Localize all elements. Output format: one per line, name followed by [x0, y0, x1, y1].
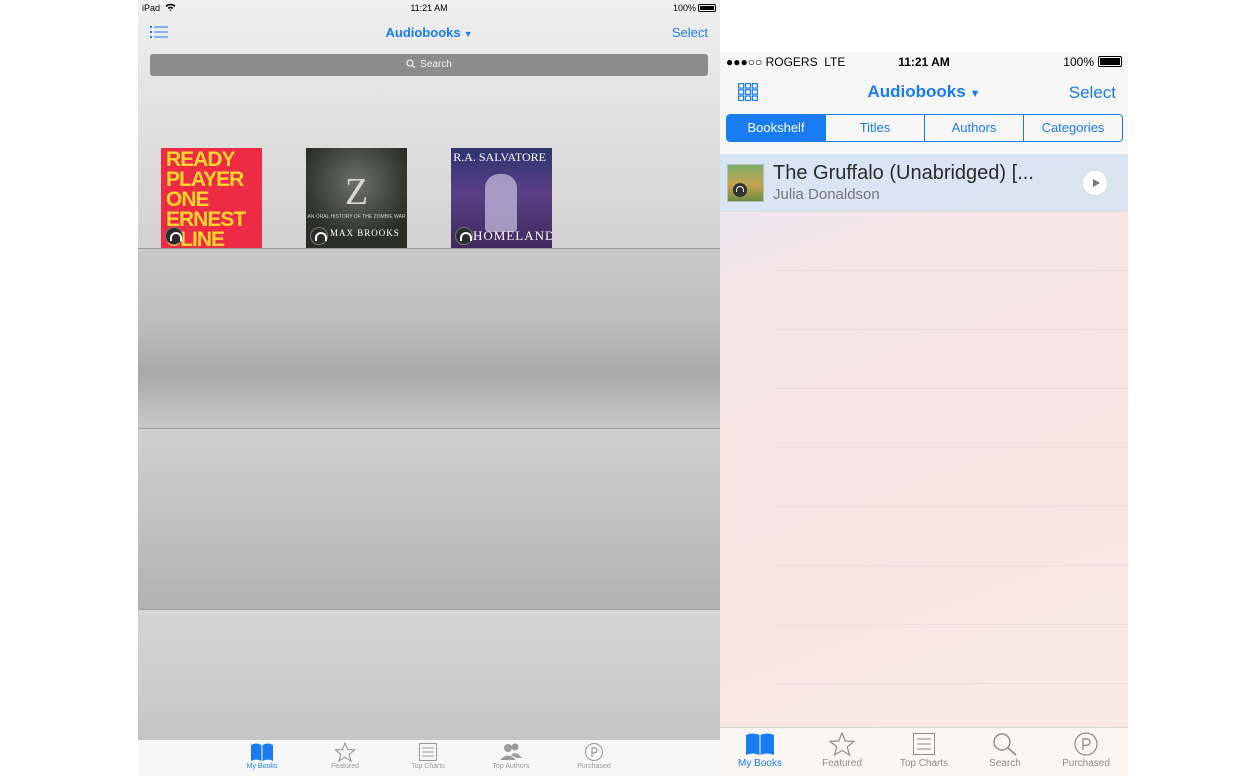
tab-featured[interactable]: Featured: [315, 742, 375, 770]
view-segmented-control: Bookshelf Titles Authors Categories: [726, 114, 1123, 142]
tab-label: Featured: [330, 763, 360, 770]
tab-label: Top Authors: [492, 763, 530, 770]
row-separator: [776, 329, 1128, 330]
iphone-tab-bar: My Books Featured Top Charts Search Purc…: [720, 727, 1128, 776]
row-separator: [776, 388, 1128, 389]
tab-search[interactable]: Search: [965, 732, 1045, 769]
tab-purchased[interactable]: Purchased: [564, 742, 624, 770]
book-cover-world-war-z[interactable]: Z AN ORAL HISTORY OF THE ZOMBIE WAR MAX …: [306, 148, 407, 249]
headphones-icon: [310, 227, 328, 245]
book-cover-text: HOMELAND: [473, 228, 552, 243]
battery-icon: [1098, 56, 1122, 67]
book-title: The Gruffalo (Unabridged) [...: [773, 162, 1034, 184]
iphone-header: ●●●○○ ROGERS LTE 11:21 AM 100% Audiobook…: [720, 52, 1128, 154]
book-cover-author: MAX BROOKS: [330, 228, 400, 238]
tab-label: My Books: [738, 758, 782, 769]
play-button[interactable]: [1082, 170, 1108, 196]
tab-top-charts[interactable]: Top Charts: [884, 732, 964, 769]
book-author: Julia Donaldson: [773, 186, 880, 203]
row-separator: [776, 565, 1128, 566]
star-icon: [828, 732, 856, 756]
search-placeholder: Search: [420, 59, 452, 70]
book-artwork: [727, 164, 764, 202]
screenshot-stage: iPad 11:21 AM 100% Audiobooks ▼ Select Se…: [0, 0, 1260, 776]
segment-titles[interactable]: Titles: [825, 115, 924, 141]
list-icon: [913, 733, 935, 755]
shelf-divider: [138, 609, 720, 610]
ipad-screen: iPad 11:21 AM 100% Audiobooks ▼ Select Se…: [138, 0, 720, 776]
tab-label: My Books: [246, 763, 278, 770]
collection-title[interactable]: Audiobooks ▼: [138, 25, 720, 40]
list-item[interactable]: The Gruffalo (Unabridged) [... Julia Don…: [720, 154, 1128, 212]
purchased-icon: [1074, 732, 1098, 756]
shelf-divider: [138, 248, 720, 249]
purchased-icon: [585, 743, 603, 761]
row-separator: [776, 683, 1128, 684]
headphones-icon: [165, 227, 183, 245]
battery-percent: 100%: [672, 3, 696, 13]
segment-bookshelf[interactable]: Bookshelf: [727, 115, 825, 141]
collection-title-label: Audiobooks: [867, 82, 966, 101]
tab-label: Top Charts: [899, 758, 949, 769]
cover-figure: [485, 174, 517, 232]
collection-title-label: Audiobooks: [385, 25, 461, 40]
ipad-nav-bar: Audiobooks ▼ Select: [138, 18, 720, 46]
tab-purchased[interactable]: Purchased: [1046, 732, 1126, 769]
tab-label: Purchased: [1062, 758, 1110, 769]
row-separator: [776, 447, 1128, 448]
search-icon: [406, 59, 416, 69]
segment-authors[interactable]: Authors: [924, 115, 1023, 141]
select-button[interactable]: Select: [1069, 83, 1116, 103]
tab-label: Purchased: [577, 763, 611, 770]
book-cover-author: R.A. SALVATORE: [453, 150, 546, 164]
tab-label: Featured: [821, 758, 863, 769]
row-separator: [776, 624, 1128, 625]
bookshelf-row: [138, 609, 720, 739]
tab-top-authors[interactable]: Top Authors: [481, 742, 541, 770]
segment-categories[interactable]: Categories: [1023, 115, 1122, 141]
tab-top-charts[interactable]: Top Charts: [398, 742, 458, 770]
battery-icon: [698, 4, 716, 12]
select-button[interactable]: Select: [672, 25, 708, 40]
list-icon: [419, 743, 437, 761]
ipad-status-bar: iPad 11:21 AM 100%: [138, 0, 720, 16]
tab-label: Search: [989, 758, 1021, 769]
headphones-icon: [733, 183, 747, 197]
search-icon: [993, 733, 1017, 756]
row-separator: [776, 506, 1128, 507]
battery-percent: 100%: [1063, 55, 1094, 69]
book-icon: [251, 743, 273, 761]
tab-my-books[interactable]: My Books: [720, 732, 800, 769]
collection-title[interactable]: Audiobooks ▼: [720, 82, 1128, 102]
star-icon: [334, 742, 356, 762]
tab-featured[interactable]: Featured: [802, 732, 882, 769]
headphones-icon: [455, 227, 473, 245]
book-icon: [746, 733, 774, 755]
book-cover-homeland[interactable]: R.A. SALVATORE HOMELAND: [451, 148, 552, 249]
shelf-divider: [138, 428, 720, 429]
status-time: 11:21 AM: [410, 3, 448, 13]
search-field[interactable]: Search: [150, 54, 708, 76]
book-cover-text: Z: [344, 171, 369, 213]
book-cover-subtitle: AN ORAL HISTORY OF THE ZOMBIE WAR: [307, 214, 406, 220]
tab-label: Top Charts: [411, 763, 445, 770]
chevron-down-icon: ▼: [463, 29, 473, 39]
bookshelf-row: [138, 428, 720, 609]
bookshelf-row: [138, 248, 720, 428]
book-cover-ready-player-one[interactable]: READY PLAYER ONE ERNEST CLINE: [161, 148, 262, 249]
people-icon: [500, 743, 522, 760]
chevron-down-icon: ▼: [969, 88, 981, 100]
tab-my-books[interactable]: My Books: [232, 742, 292, 770]
iphone-screen: ●●●○○ ROGERS LTE 11:21 AM 100% Audiobook…: [720, 52, 1128, 776]
row-separator: [776, 270, 1128, 271]
ipad-tab-bar: My Books Featured Top Charts Top Authors…: [138, 739, 720, 776]
iphone-status-bar: ●●●○○ ROGERS LTE 11:21 AM 100%: [720, 52, 1128, 72]
